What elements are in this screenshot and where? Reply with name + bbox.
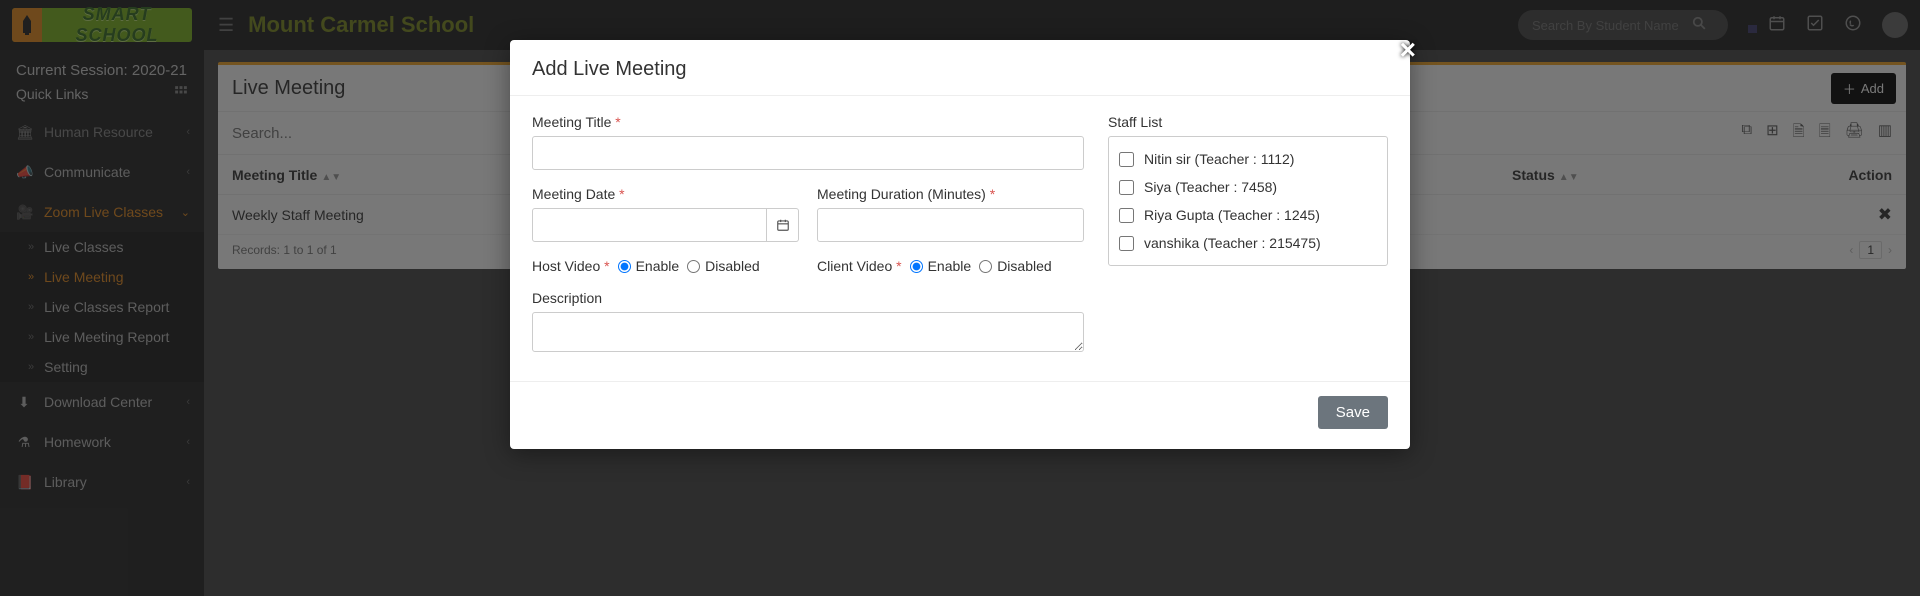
modal-left-column: Meeting Title * Meeting Date * Meeting D… <box>532 114 1084 371</box>
label-meeting-title: Meeting Title * <box>532 114 1084 130</box>
radio-client-enable-input[interactable] <box>910 260 923 273</box>
radio-client-enable-label: Enable <box>928 258 972 274</box>
label-description: Description <box>532 290 1084 306</box>
staff-list-box: Nitin sir (Teacher : 1112) Siya (Teacher… <box>1108 136 1388 266</box>
field-host-video: Host Video * Enable Disabled <box>532 258 799 274</box>
radio-host-enable-label: Enable <box>636 258 680 274</box>
label-client-video-text: Client Video <box>817 258 892 274</box>
field-client-video: Client Video * Enable Disabled <box>817 258 1084 274</box>
modal-right-column: Staff List Nitin sir (Teacher : 1112) Si… <box>1108 114 1388 371</box>
modal-body: Meeting Title * Meeting Date * Meeting D… <box>510 96 1410 381</box>
radio-client-disabled[interactable]: Disabled <box>979 258 1051 274</box>
modal-title: Add Live Meeting <box>510 40 1410 96</box>
required-asterisk: * <box>604 258 609 274</box>
input-description[interactable] <box>532 312 1084 352</box>
staff-checkbox[interactable] <box>1119 236 1134 251</box>
staff-item[interactable]: Nitin sir (Teacher : 1112) <box>1119 145 1377 173</box>
radio-client-enable[interactable]: Enable <box>910 258 972 274</box>
required-asterisk: * <box>896 258 901 274</box>
label-meeting-duration-text: Meeting Duration (Minutes) <box>817 186 986 202</box>
label-meeting-date: Meeting Date * <box>532 186 799 202</box>
close-icon[interactable]: × <box>1400 34 1416 66</box>
row-date-duration: Meeting Date * Meeting Duration (Minutes… <box>532 186 1084 242</box>
date-input-group <box>532 208 799 242</box>
input-meeting-duration[interactable] <box>817 208 1084 242</box>
label-host-video: Host Video * <box>532 258 610 274</box>
label-meeting-duration: Meeting Duration (Minutes) * <box>817 186 1084 202</box>
label-meeting-title-text: Meeting Title <box>532 114 611 130</box>
radio-host-disabled-input[interactable] <box>687 260 700 273</box>
label-meeting-date-text: Meeting Date <box>532 186 615 202</box>
required-asterisk: * <box>619 186 624 202</box>
input-meeting-date[interactable] <box>532 208 767 242</box>
save-button[interactable]: Save <box>1318 396 1388 429</box>
required-asterisk: * <box>990 186 995 202</box>
staff-item[interactable]: Siya (Teacher : 7458) <box>1119 173 1377 201</box>
radio-host-enable-input[interactable] <box>618 260 631 273</box>
radio-host-disabled[interactable]: Disabled <box>687 258 759 274</box>
calendar-picker-icon[interactable] <box>767 208 799 242</box>
input-meeting-title[interactable] <box>532 136 1084 170</box>
field-description: Description <box>532 290 1084 355</box>
field-meeting-title: Meeting Title * <box>532 114 1084 170</box>
staff-checkbox[interactable] <box>1119 180 1134 195</box>
staff-item[interactable]: Riya Gupta (Teacher : 1245) <box>1119 201 1377 229</box>
radio-host-disabled-label: Disabled <box>705 258 759 274</box>
label-client-video: Client Video * <box>817 258 902 274</box>
staff-checkbox[interactable] <box>1119 152 1134 167</box>
add-live-meeting-modal: × Add Live Meeting Meeting Title * Meeti… <box>510 40 1410 449</box>
modal-footer: Save <box>510 381 1410 449</box>
staff-checkbox[interactable] <box>1119 208 1134 223</box>
radio-client-disabled-label: Disabled <box>997 258 1051 274</box>
staff-item-label: vanshika (Teacher : 215475) <box>1144 235 1321 251</box>
required-asterisk: * <box>615 114 620 130</box>
radio-client-disabled-input[interactable] <box>979 260 992 273</box>
staff-item-label: Siya (Teacher : 7458) <box>1144 179 1277 195</box>
staff-item[interactable]: vanshika (Teacher : 215475) <box>1119 229 1377 257</box>
label-staff-list: Staff List <box>1108 114 1388 130</box>
field-meeting-duration: Meeting Duration (Minutes) * <box>817 186 1084 242</box>
row-video-options: Host Video * Enable Disabled Client Vide… <box>532 258 1084 274</box>
staff-item-label: Riya Gupta (Teacher : 1245) <box>1144 207 1320 223</box>
radio-host-enable[interactable]: Enable <box>618 258 680 274</box>
label-host-video-text: Host Video <box>532 258 600 274</box>
field-meeting-date: Meeting Date * <box>532 186 799 242</box>
staff-item-label: Nitin sir (Teacher : 1112) <box>1144 151 1294 167</box>
